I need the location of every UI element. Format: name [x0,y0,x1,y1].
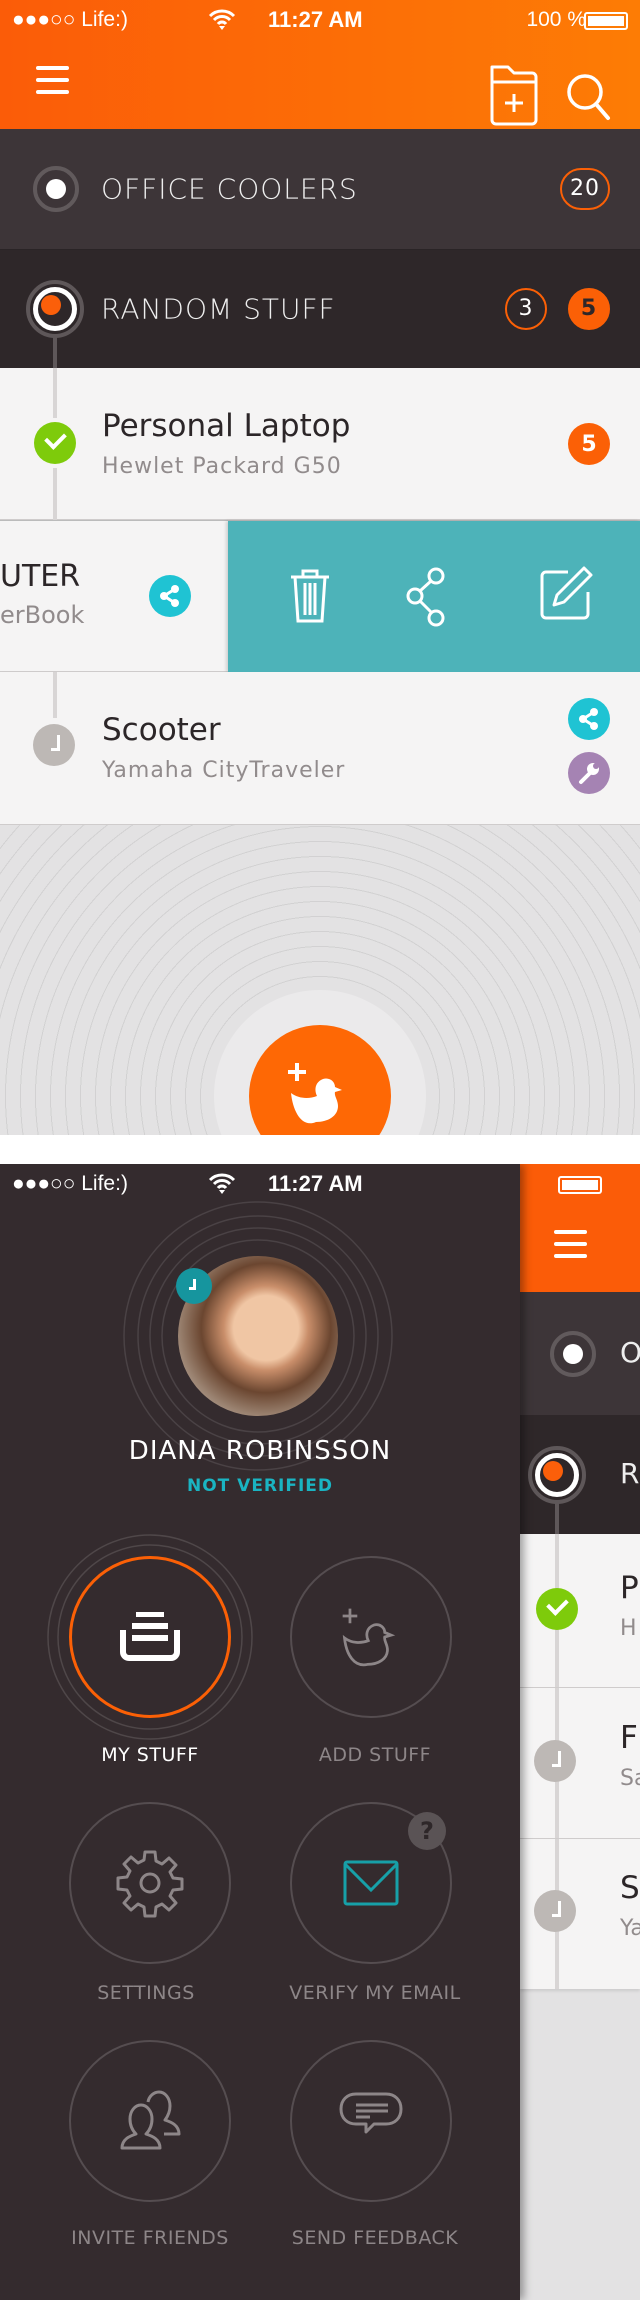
check-icon [34,422,76,464]
menu-label: ADD STUFF [318,1744,432,1766]
carrier: ●●●○○ Life:) [12,8,128,31]
count-badge: 20 [560,168,610,210]
list-item[interactable]: Scooter Yamaha CityTraveler [0,672,640,825]
radio-icon [550,1330,596,1377]
menu-label: SEND FEEDBACK [291,2227,459,2249]
sidebar-menu: ●●●○○ Life:) 11:27 AM DIANA ROBINSSON NO… [0,1164,520,2300]
hamburger-icon[interactable] [36,66,69,94]
gear-icon [116,1850,184,1918]
count-badge: 3 [505,288,547,330]
carrier: ●●●○○ Life:) [12,1172,128,1195]
battery-percent: 100 % [526,8,586,31]
main-screen: ●●●○○ Life:) 11:27 AM 100 % OFFICE COOLE… [0,0,640,1135]
main-screen-peek[interactable]: O R P H F Sa S Ya [520,1164,640,2300]
user-name: DIANA ROBINSSON [128,1436,392,1466]
menu-screen: O R P H F Sa S Ya ●●●○○ Life:) 11:27 AM [0,1164,640,2300]
item-subtitle: H [620,1616,637,1641]
wifi-icon [208,9,236,30]
menu-label: INVITE FRIENDS [71,2227,229,2249]
menu-settings[interactable] [69,1802,231,1964]
edit-icon[interactable] [538,565,594,621]
wrench-icon[interactable] [568,752,610,794]
users-icon [120,2090,181,2150]
share-icon[interactable] [406,567,450,627]
status-bar: ●●●○○ Life:) 11:27 AM 100 % [0,0,640,40]
category-office-coolers[interactable]: OFFICE COOLERS 20 [0,129,640,250]
category-label: O [620,1336,640,1369]
wifi-icon [208,1173,236,1194]
my-stuff-icon [120,1612,180,1661]
clock-time: 11:27 AM [268,7,363,32]
help-badge[interactable]: ? [408,1812,446,1850]
item-subtitle: Ya [620,1916,640,1941]
swiped-list-item[interactable]: UTER erBook [0,520,640,672]
menu-my-stuff[interactable] [69,1556,231,1718]
menu-invite-friends[interactable] [69,2040,231,2202]
menu-send-feedback[interactable] [290,2040,452,2202]
item-subtitle: erBook [0,601,85,629]
pending-clock-icon [176,1268,212,1304]
menu-label: MY STUFF [101,1744,199,1766]
envelope-icon [343,1860,399,1906]
radio-icon [33,166,79,212]
search-icon[interactable] [566,73,612,123]
item-subtitle: Yamaha CityTraveler [102,758,346,783]
battery-icon [584,12,628,30]
category-label: R [620,1457,640,1490]
battery-icon [558,1176,602,1194]
chat-bubble-icon [339,2092,403,2134]
verification-status[interactable]: NOT VERIFIED [0,1476,520,1496]
folder-plus-icon[interactable] [488,64,540,130]
swipe-actions [228,521,640,672]
item-title: S [620,1870,640,1906]
notification-badge: 5 [568,423,610,465]
item-title: UTER [0,559,81,594]
menu-add-stuff[interactable] [290,1556,452,1718]
category-random-stuff[interactable]: RANDOM STUFF 3 5 [0,250,640,375]
category-label: RANDOM STUFF [101,292,336,326]
trash-icon[interactable] [288,568,332,624]
clock-icon [534,1740,576,1782]
item-subtitle: Hewlet Packard G50 [102,454,342,479]
item-title: Personal Laptop [102,408,351,444]
new-count-badge: 5 [568,288,610,330]
category-label: OFFICE COOLERS [101,172,358,206]
check-icon [536,1588,578,1630]
item-title: P [620,1570,639,1606]
app-header: ●●●○○ Life:) 11:27 AM 100 % [0,0,640,129]
clock-icon [534,1890,576,1932]
add-duck-icon [342,1608,396,1667]
clock-icon [33,724,75,766]
item-title: Scooter [102,712,221,748]
list-item[interactable]: Personal Laptop Hewlet Packard G50 5 [0,368,640,520]
item-subtitle: Sa [620,1766,640,1791]
share-icon[interactable] [568,698,610,740]
selected-radio-icon [528,1445,586,1504]
share-icon[interactable] [149,575,191,617]
menu-label: SETTINGS [97,1982,195,2004]
selected-radio-icon [26,280,84,338]
item-title: F [620,1720,638,1756]
menu-label: VERIFY MY EMAIL [289,1982,461,2004]
add-duck-icon [288,1063,342,1124]
clock-time: 11:27 AM [268,1171,363,1196]
hamburger-icon[interactable] [554,1230,587,1258]
